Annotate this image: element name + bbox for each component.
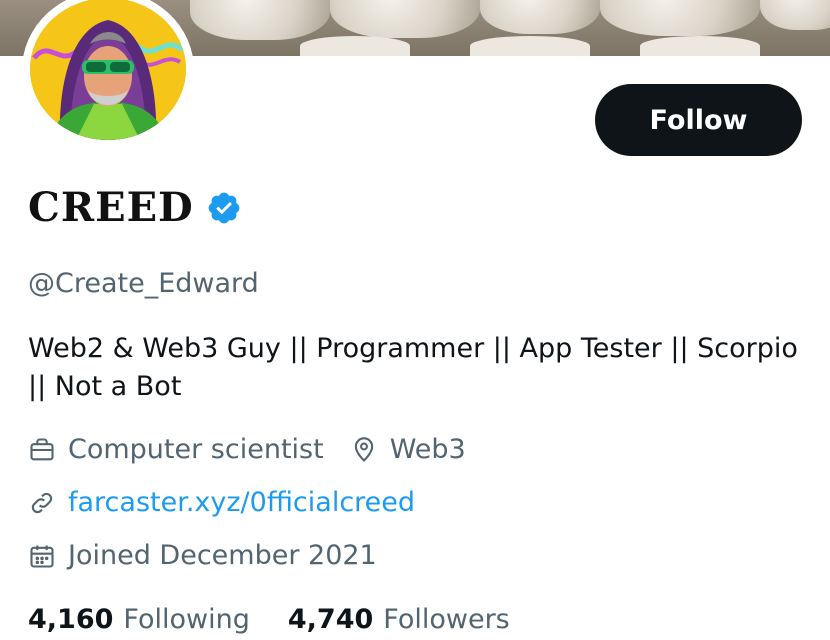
location-text: Web3 <box>389 434 466 465</box>
avatar-frame <box>22 0 194 150</box>
website-row: farcaster.xyz/0fficialcreed <box>28 487 415 518</box>
followers-label: Followers <box>383 604 510 635</box>
follow-button[interactable]: Follow <box>595 84 802 156</box>
joined-row: Joined December 2021 <box>28 540 377 571</box>
verified-badge-icon[interactable] <box>206 190 242 226</box>
following-label: Following <box>123 604 250 635</box>
follow-stats: 4,160 Following 4,740 Followers <box>28 604 548 635</box>
location-pin-icon <box>350 436 378 464</box>
profession-text: Computer scientist <box>68 434 324 465</box>
following-count: 4,160 <box>28 604 114 635</box>
user-handle: @Create_Edward <box>28 268 259 299</box>
display-name: CREED <box>28 184 194 231</box>
display-name-row: CREED <box>28 184 242 231</box>
following-stat[interactable]: 4,160 Following <box>28 604 250 635</box>
briefcase-icon <box>28 436 56 464</box>
user-bio: Web2 & Web3 Guy || Programmer || App Tes… <box>28 333 798 402</box>
followers-stat[interactable]: 4,740 Followers <box>288 604 510 635</box>
joined-text: Joined December 2021 <box>68 540 377 571</box>
calendar-icon <box>28 542 56 570</box>
profile-meta-row: Computer scientist Web3 <box>28 434 466 465</box>
avatar[interactable] <box>30 0 186 140</box>
website-link[interactable]: farcaster.xyz/0fficialcreed <box>68 487 415 518</box>
followers-count: 4,740 <box>287 604 374 635</box>
link-icon <box>28 489 56 517</box>
